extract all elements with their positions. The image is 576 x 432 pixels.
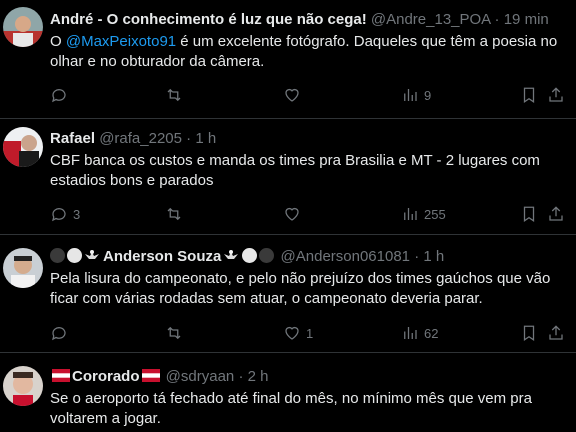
views-icon xyxy=(404,89,417,101)
retweet-button[interactable] xyxy=(165,323,188,343)
timestamp[interactable]: 19 min xyxy=(504,11,549,28)
white-circle-icon xyxy=(67,248,82,263)
bookmark-icon xyxy=(523,206,535,222)
reply-button[interactable]: 3 xyxy=(50,204,80,224)
avatar[interactable] xyxy=(3,127,43,167)
tweet[interactable]: André - O conhecimento é luz que não ceg… xyxy=(0,0,576,119)
tweet-text: CBF banca os custos e manda os times pra… xyxy=(50,152,540,189)
timestamp[interactable]: 1 h xyxy=(195,130,216,147)
user-handle[interactable]: @sdryaan xyxy=(166,368,235,385)
mention-link[interactable]: @MaxPeixoto91 xyxy=(66,33,176,50)
views-button[interactable]: 255 xyxy=(401,204,446,224)
avatar[interactable] xyxy=(3,366,43,406)
tweet[interactable]: Cororado @sdryaan · 2 h Se o aeroporto t… xyxy=(0,353,576,432)
action-bar: 3 255 xyxy=(50,204,566,224)
views-button[interactable]: 62 xyxy=(401,323,438,343)
flag-icon xyxy=(141,368,160,382)
eagle-icon xyxy=(84,248,100,267)
user-handle[interactable]: @rafa_2205 xyxy=(99,130,182,147)
like-button[interactable] xyxy=(283,85,306,105)
retweet-button[interactable] xyxy=(165,204,188,224)
like-button[interactable] xyxy=(283,204,306,224)
share-icon xyxy=(549,325,563,340)
reply-icon xyxy=(52,89,66,103)
avatar[interactable] xyxy=(3,7,43,47)
black-circle-icon xyxy=(50,248,65,263)
black-circle-icon xyxy=(259,248,275,263)
bookmark-icon xyxy=(523,325,535,341)
tweet[interactable]: Rafael @rafa_2205 · 1 h CBF banca os cus… xyxy=(0,119,576,235)
views-icon xyxy=(404,208,417,220)
display-name[interactable]: Anderson Souza xyxy=(103,248,221,265)
reply-count: 3 xyxy=(73,206,81,222)
retweet-icon xyxy=(167,326,181,340)
retweet-icon xyxy=(167,88,181,102)
flag-icon xyxy=(52,368,70,382)
tweet-text: Se o aeroporto tá fechado até final do m… xyxy=(50,390,532,427)
views-count: 9 xyxy=(424,87,432,103)
white-circle-icon xyxy=(242,248,258,263)
views-icon xyxy=(404,327,417,339)
reply-icon xyxy=(52,208,66,222)
display-name[interactable]: Rafael xyxy=(50,130,95,147)
views-count: 62 xyxy=(424,325,439,341)
share-icon xyxy=(549,206,563,221)
user-handle[interactable]: @Andre_13_POA xyxy=(371,11,490,28)
tweet[interactable]: Anderson Souza @Anderson061081 · 1 h Pel… xyxy=(0,235,576,353)
views-button[interactable]: 9 xyxy=(401,85,431,105)
action-bar: 9 xyxy=(50,85,566,105)
like-icon xyxy=(285,326,299,340)
like-count: 1 xyxy=(306,325,314,341)
bookmark-button[interactable] xyxy=(520,204,538,224)
tweet-text-part: O xyxy=(50,33,66,50)
like-icon xyxy=(285,207,299,221)
share-button[interactable] xyxy=(547,204,565,224)
retweet-button[interactable] xyxy=(165,85,188,105)
action-bar: 1 62 xyxy=(50,323,566,343)
views-count: 255 xyxy=(424,206,446,222)
separator-dot: · xyxy=(238,368,244,385)
user-handle[interactable]: @Anderson061081 xyxy=(281,248,411,265)
tweet-text: Pela lisura do campeonato, e pelo não pr… xyxy=(50,270,551,307)
reply-button[interactable] xyxy=(50,85,73,105)
separator-dot: · xyxy=(414,248,420,265)
display-name[interactable]: André - O conhecimento é luz que não ceg… xyxy=(50,11,367,28)
avatar[interactable] xyxy=(3,248,43,288)
retweet-icon xyxy=(167,207,181,221)
like-icon xyxy=(285,88,299,102)
bookmark-button[interactable] xyxy=(520,85,538,105)
reply-icon xyxy=(52,327,66,341)
timestamp[interactable]: 2 h xyxy=(248,368,269,385)
reply-button[interactable] xyxy=(50,323,73,343)
display-name[interactable]: Cororado xyxy=(72,368,140,385)
bookmark-icon xyxy=(523,87,535,103)
share-button[interactable] xyxy=(547,85,565,105)
bookmark-button[interactable] xyxy=(520,323,538,343)
share-icon xyxy=(549,87,563,102)
like-button[interactable]: 1 xyxy=(283,323,313,343)
timestamp[interactable]: 1 h xyxy=(423,248,444,265)
eagle-icon xyxy=(223,248,239,267)
separator-dot: · xyxy=(186,130,192,147)
timeline: André - O conhecimento é luz que não ceg… xyxy=(0,0,576,432)
tweet-text: O @MaxPeixoto91 é um excelente fotógrafo… xyxy=(50,32,568,72)
separator-dot: · xyxy=(494,11,500,28)
share-button[interactable] xyxy=(547,323,565,343)
